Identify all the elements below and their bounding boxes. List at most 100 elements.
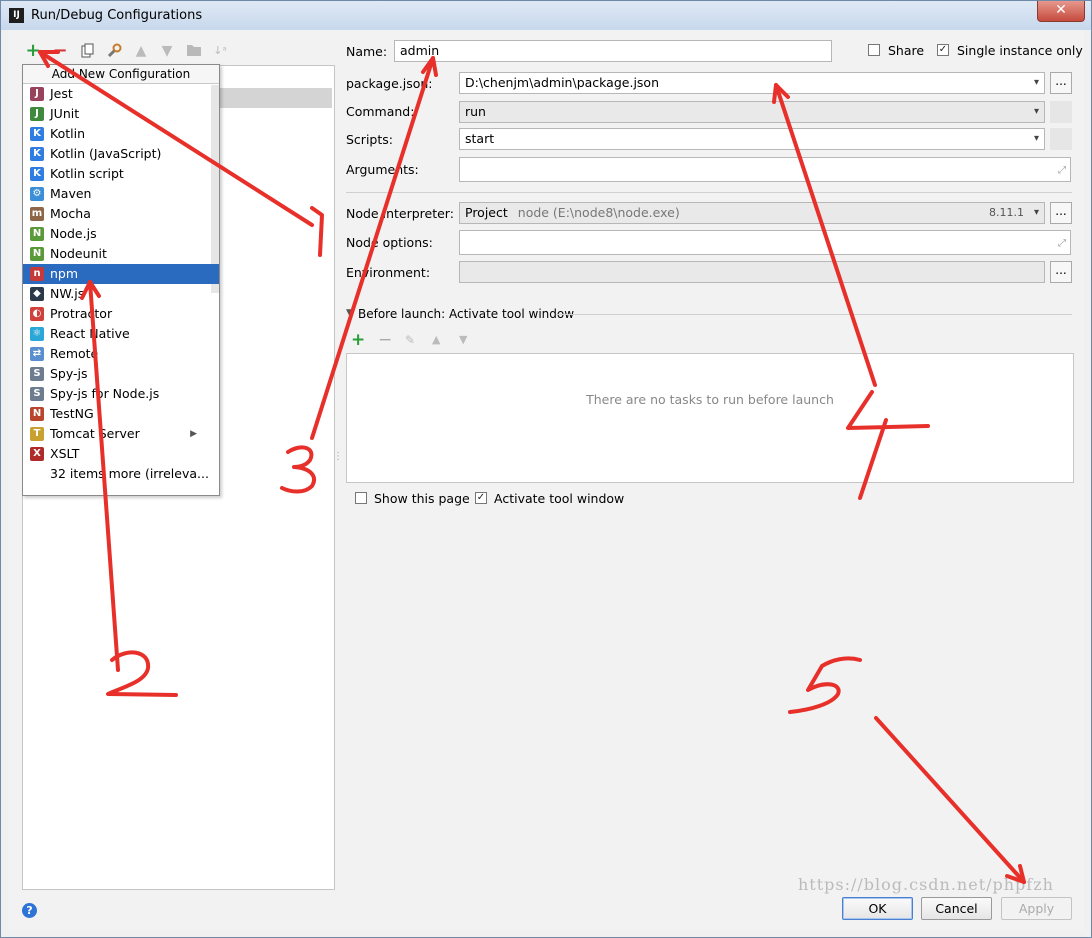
ok-button[interactable]: OK: [842, 897, 913, 920]
help-icon[interactable]: ?: [22, 903, 37, 918]
submenu-arrow-icon: ▶: [190, 429, 197, 439]
popup-item-jest[interactable]: J Jest: [23, 84, 219, 104]
environment-input[interactable]: [459, 261, 1045, 283]
popup-item-junit[interactable]: J JUnit: [23, 104, 219, 124]
package-json-value: D:\chenjm\admin\package.json: [465, 75, 659, 90]
popup-item-remote[interactable]: ⇄ Remote: [23, 344, 219, 364]
popup-item-react[interactable]: ⚛ React Native: [23, 324, 219, 344]
show-this-page-label: Show this page: [374, 491, 470, 506]
popup-item-xslt[interactable]: X XSLT: [23, 444, 219, 464]
add-new-configuration-popup[interactable]: Add New Configuration J Jest J JUnit K Kotlin…: [22, 64, 220, 496]
remove-task-icon[interactable]: −: [378, 330, 392, 350]
popup-item-label: XSLT: [50, 446, 80, 461]
scripts-label: Scripts:: [346, 132, 393, 147]
scripts-spacer: [1050, 128, 1072, 150]
command-select[interactable]: run ▾: [459, 101, 1045, 123]
chevron-down-icon[interactable]: ▾: [1034, 203, 1039, 223]
nwjs-icon: ◆: [30, 287, 44, 301]
popup-item-kotlin[interactable]: K Kotlin: [23, 124, 219, 144]
before-launch-tasks-list[interactable]: There are no tasks to run before launch: [346, 353, 1074, 483]
remove-configuration-icon[interactable]: −: [52, 42, 68, 60]
expand-icon[interactable]: ⤢: [1058, 161, 1066, 181]
chevron-down-icon[interactable]: ▾: [1034, 102, 1039, 122]
package-json-label: package.json:: [346, 76, 433, 91]
move-task-up-icon[interactable]: ▲: [432, 333, 440, 346]
popup-item-label: Maven: [50, 186, 92, 201]
popup-item-label: 32 items more (irreleva...: [50, 466, 209, 481]
move-task-down-icon[interactable]: ▼: [459, 333, 467, 346]
popup-item-mocha[interactable]: m Mocha: [23, 204, 219, 224]
separator: [556, 314, 1072, 315]
remote-icon: ⇄: [30, 347, 44, 361]
popup-item-nodeunit[interactable]: N Nodeunit: [23, 244, 219, 264]
spyjs-icon: S: [30, 367, 44, 381]
mocha-icon: m: [30, 207, 44, 221]
single-instance-checkbox[interactable]: ✓: [937, 44, 949, 56]
separator: [346, 192, 1072, 193]
expand-icon[interactable]: ⤢: [1058, 234, 1066, 254]
popup-item-protractor[interactable]: ◐ Protractor: [23, 304, 219, 324]
copy-configuration-icon[interactable]: [80, 43, 96, 59]
popup-item-label: JUnit: [50, 106, 80, 121]
show-this-page-checkbox[interactable]: [355, 492, 367, 504]
activate-tool-window-checkbox[interactable]: ✓: [475, 492, 487, 504]
popup-item-label: Spy-js: [50, 366, 88, 381]
popup-item-label: Remote: [50, 346, 99, 361]
arguments-label: Arguments:: [346, 162, 419, 177]
chevron-down-icon[interactable]: ▾: [1034, 129, 1039, 149]
node-options-input[interactable]: ⤢: [459, 230, 1071, 255]
popup-item-nwjs[interactable]: ◆ NW.js: [23, 284, 219, 304]
popup-item-npm[interactable]: n npm: [23, 264, 219, 284]
share-checkbox[interactable]: [868, 44, 880, 56]
activate-tool-window-label: Activate tool window: [494, 491, 625, 506]
jest-icon: J: [30, 87, 44, 101]
popup-list: J Jest J JUnit K Kotlin K Kotlin (JavaScript) K K…: [23, 84, 219, 484]
add-task-icon[interactable]: +: [351, 330, 365, 350]
collapse-triangle-icon[interactable]: ▼: [346, 308, 353, 318]
title-bar: IJ Run/Debug Configurations ✕: [1, 1, 1091, 30]
browse-package-json-button[interactable]: ...: [1050, 72, 1072, 94]
move-down-icon[interactable]: ▼: [159, 43, 175, 59]
popup-item-label: Node.js: [50, 226, 97, 241]
chevron-down-icon[interactable]: ▾: [1034, 73, 1039, 93]
before-launch-title: Before launch: Activate tool window: [358, 307, 575, 321]
intellij-app-icon: IJ: [9, 8, 24, 23]
cancel-button[interactable]: Cancel: [921, 897, 992, 920]
scripts-select[interactable]: start ▾: [459, 128, 1045, 150]
popup-item-maven-gear[interactable]: ⚙ Maven: [23, 184, 219, 204]
popup-header: Add New Configuration: [23, 65, 219, 84]
popup-item-kotlin-script[interactable]: K Kotlin script: [23, 164, 219, 184]
junit-icon: J: [30, 107, 44, 121]
browse-interpreter-button[interactable]: ...: [1050, 202, 1072, 224]
name-input[interactable]: admin: [394, 40, 832, 62]
react-icon: ⚛: [30, 327, 44, 341]
popup-item-more[interactable]: 32 items more (irreleva...: [23, 464, 219, 484]
popup-item-kotlin-js[interactable]: K Kotlin (JavaScript): [23, 144, 219, 164]
add-configuration-icon[interactable]: +: [25, 42, 41, 60]
popup-item-spyjs[interactable]: S Spy-js: [23, 364, 219, 384]
popup-item-testng[interactable]: N TestNG: [23, 404, 219, 424]
browse-environment-button[interactable]: ...: [1050, 261, 1072, 283]
run-debug-window: IJ Run/Debug Configurations ✕ + − ▲ ▼ ↓ᵃ…: [0, 0, 1092, 938]
tree-selected-row[interactable]: [206, 88, 332, 108]
folder-icon[interactable]: [186, 43, 202, 59]
move-up-icon[interactable]: ▲: [133, 43, 149, 59]
edit-task-pencil-icon[interactable]: ✎: [405, 333, 415, 347]
sort-icon[interactable]: ↓ᵃ: [212, 43, 228, 59]
command-spacer: [1050, 101, 1072, 123]
popup-item-label: Kotlin (JavaScript): [50, 146, 162, 161]
close-button[interactable]: ✕: [1037, 1, 1085, 22]
node-interpreter-select[interactable]: Project node (E:\node8\node.exe) 8.11.1 …: [459, 202, 1045, 224]
edit-defaults-wrench-icon[interactable]: [106, 43, 122, 59]
popup-item-nodejs[interactable]: N Node.js: [23, 224, 219, 244]
popup-item-spyjs-node[interactable]: S Spy-js for Node.js: [23, 384, 219, 404]
popup-item-label: npm: [50, 266, 79, 281]
command-label: Command:: [346, 104, 415, 119]
apply-button[interactable]: Apply: [1001, 897, 1072, 920]
popup-item-tomcat[interactable]: T Tomcat Server ▶: [23, 424, 219, 444]
popup-item-label: TestNG: [50, 406, 94, 421]
arguments-input[interactable]: ⤢: [459, 157, 1071, 182]
splitter-handle[interactable]: ⋮: [333, 452, 343, 462]
package-json-input[interactable]: D:\chenjm\admin\package.json ▾: [459, 72, 1045, 94]
maven-gear-icon: ⚙: [30, 187, 44, 201]
